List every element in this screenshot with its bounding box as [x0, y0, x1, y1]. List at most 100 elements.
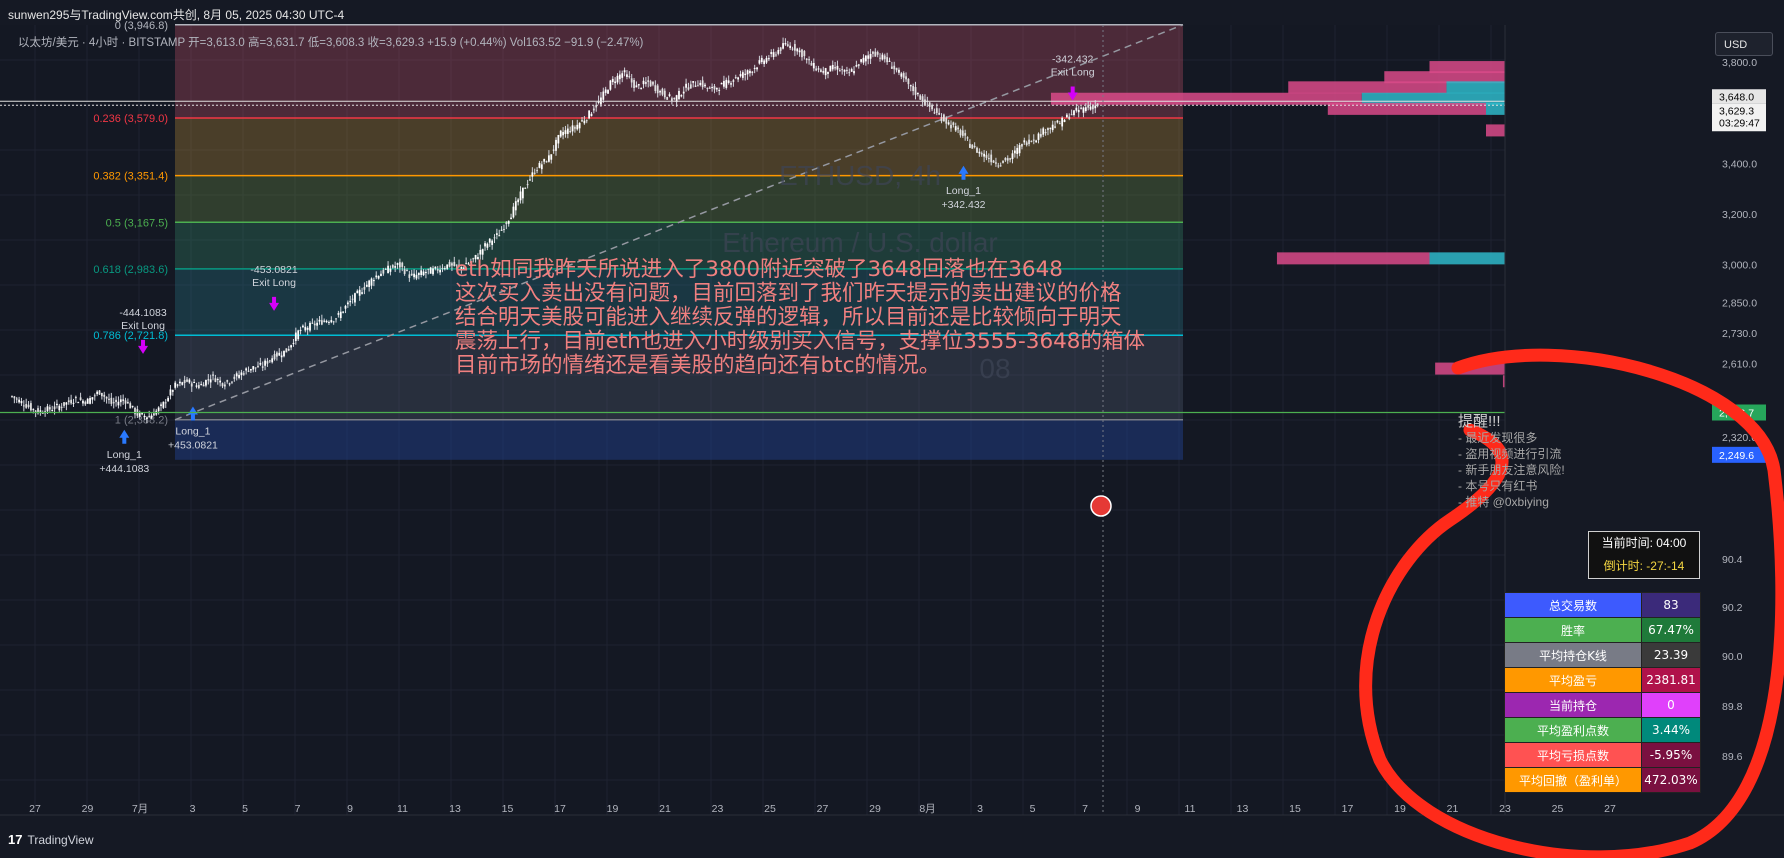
candle-body	[1044, 131, 1047, 134]
candle-body	[105, 396, 108, 399]
candle-body	[548, 155, 550, 162]
signal-type: Exit Long	[252, 277, 296, 289]
candle-body	[848, 72, 851, 74]
candle-body	[176, 384, 179, 386]
candle-body	[914, 87, 917, 95]
candle-body	[957, 127, 959, 130]
time-axis-tick: 11	[397, 803, 408, 815]
candle-body	[242, 373, 245, 375]
candle-body	[408, 274, 411, 278]
candle-body	[756, 67, 758, 70]
warning-note: 提醒!!! - 最近发现很多 - 盗用视频进行引流 - 新手朋友注意风险! - …	[1458, 414, 1565, 510]
candle-body	[15, 398, 18, 400]
candle-body	[46, 406, 49, 412]
candle-body	[1013, 150, 1016, 154]
candle-body	[838, 70, 841, 72]
candle-body	[514, 201, 517, 211]
candle-body	[744, 73, 747, 76]
candle-body	[562, 132, 564, 136]
price-axis-tick: 3,400.0	[1722, 158, 1757, 170]
secondary-axis-tick: 90.2	[1722, 602, 1743, 614]
candle-body	[247, 370, 250, 372]
candle-body	[11, 396, 13, 398]
fib-zone	[175, 117, 1183, 176]
candle-body	[200, 384, 203, 386]
us-flag-icon	[1090, 495, 1112, 517]
secondary-axis-tick: 89.6	[1722, 751, 1743, 763]
candle-body	[93, 395, 96, 397]
candle-body	[195, 385, 198, 387]
candle-body	[808, 59, 810, 61]
fib-level-label: 0.5 (3,167.5)	[106, 217, 168, 229]
candle-body	[995, 162, 997, 164]
stats-row: 平均盈利点数 3.44%	[1504, 717, 1701, 743]
time-axis-tick: 25	[764, 803, 776, 815]
price-badge-label: 2,249.6	[1719, 450, 1754, 462]
candle-body	[264, 360, 266, 366]
candle-body	[760, 57, 763, 63]
candle-body	[924, 99, 926, 105]
candle-body	[285, 348, 288, 353]
candle-body	[233, 376, 236, 379]
candle-body	[335, 318, 337, 320]
candle-body	[406, 270, 408, 272]
candle-body	[602, 91, 605, 100]
candle-body	[706, 87, 709, 89]
candle-body	[58, 405, 61, 411]
candle-body	[1051, 124, 1054, 131]
candle-body	[942, 114, 945, 122]
candle-body	[905, 76, 907, 80]
candle-body	[103, 394, 106, 397]
signal-label: -342.432	[1052, 54, 1094, 66]
candle-body	[131, 405, 134, 407]
price-axis-tick: 2,610.0	[1722, 359, 1757, 371]
candle-body	[912, 86, 915, 91]
currency-selector[interactable]: USD	[1715, 32, 1773, 56]
candle-body	[1032, 139, 1035, 141]
candle-body	[666, 96, 669, 100]
time-axis-tick: 19	[607, 803, 619, 815]
candle-body	[947, 122, 950, 125]
time-axis-tick: 8月	[919, 803, 935, 815]
footer-brand[interactable]: 17 TradingView	[8, 832, 94, 847]
candle-body	[162, 401, 165, 408]
candle-body	[966, 137, 969, 139]
candle-body	[167, 397, 170, 402]
candle-body	[782, 43, 784, 49]
candle-body	[971, 144, 974, 149]
candle-body	[604, 89, 607, 93]
candle-body	[1035, 140, 1038, 143]
candle-body	[387, 265, 389, 274]
candle-body	[758, 60, 761, 64]
candle-body	[500, 229, 503, 231]
time-axis-tick: 19	[1394, 803, 1406, 815]
candle-body	[867, 55, 870, 59]
candle-body	[900, 73, 903, 77]
candle-body	[354, 293, 356, 303]
candle-body	[796, 48, 799, 52]
stats-label: 平均持仓K线	[1504, 642, 1642, 668]
candle-body	[219, 380, 222, 383]
candle-body	[869, 54, 872, 59]
candle-body	[519, 191, 522, 201]
candle-body	[533, 172, 536, 174]
candle-body	[673, 97, 676, 99]
candle-body	[524, 187, 527, 189]
candle-body	[555, 139, 557, 151]
candle-body	[323, 320, 326, 322]
stats-value: 0	[1641, 692, 1701, 718]
candle-body	[855, 65, 858, 67]
candle-body	[1056, 120, 1059, 123]
candle-body	[112, 402, 115, 404]
candle-body	[659, 91, 661, 93]
candle-body	[902, 73, 905, 78]
candle-body	[876, 52, 879, 55]
candle-body	[197, 385, 200, 389]
candle-body	[235, 373, 238, 377]
candle-body	[990, 154, 993, 163]
candle-body	[221, 383, 224, 387]
candle-body	[122, 399, 125, 401]
candle-body	[1047, 128, 1049, 131]
candle-body	[259, 362, 262, 365]
candle-body	[959, 130, 962, 136]
